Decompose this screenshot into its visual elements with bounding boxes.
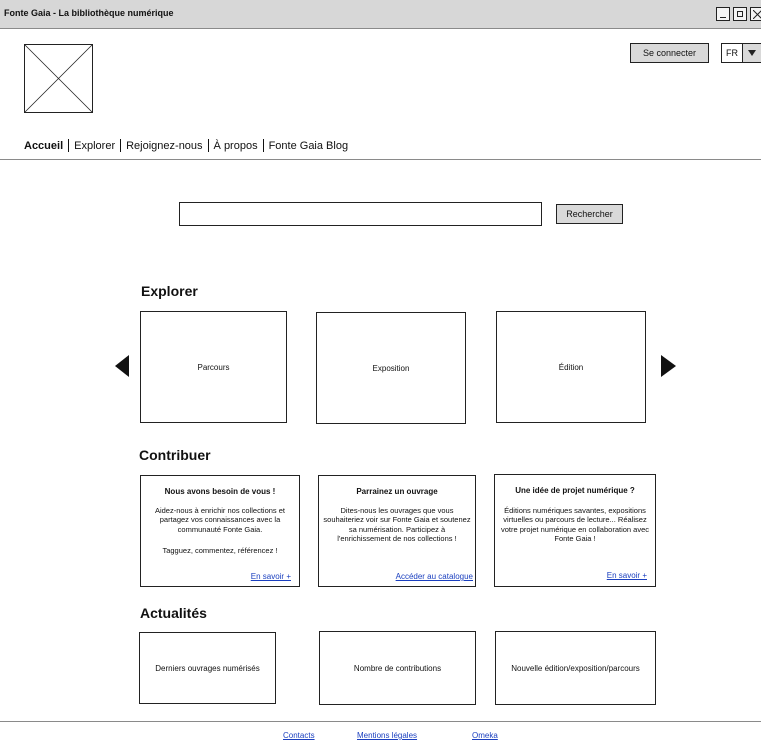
arrow-left-icon[interactable] [115, 355, 129, 377]
search-button-label: Rechercher [566, 209, 613, 219]
explorer-card-label: Exposition [372, 363, 410, 373]
contribuer-heading: Contribuer [139, 447, 211, 463]
login-button[interactable]: Se connecter [630, 43, 709, 63]
image-placeholder-icon [24, 44, 93, 113]
catalogue-link[interactable]: Accéder au catalogue [396, 572, 473, 581]
minimize-button[interactable] [716, 7, 730, 21]
explorer-card-label: Parcours [197, 362, 230, 372]
card-text: Aidez-nous à enrichir nos collections et… [154, 506, 286, 534]
header-divider [0, 159, 761, 160]
maximize-icon [737, 11, 743, 17]
window-title: Fonte Gaia - La bibliothèque numérique [4, 8, 174, 18]
card-title: Une idée de projet numérique ? [515, 486, 635, 495]
actualites-card-label: Derniers ouvrages numérisés [155, 663, 260, 673]
contribuer-card-projet: Une idée de projet numérique ? Éditions … [494, 474, 656, 587]
actualites-card-contributions[interactable]: Nombre de contributions [319, 631, 476, 705]
actualites-card-label: Nombre de contributions [353, 663, 442, 673]
main-nav: Accueil Explorer Rejoignez-nous À propos… [24, 139, 348, 152]
actualites-card-ouvrages[interactable]: Derniers ouvrages numérisés [139, 632, 276, 704]
nav-item-blog[interactable]: Fonte Gaia Blog [269, 140, 349, 152]
nav-separator [207, 139, 209, 152]
en-savoir-plus-link[interactable]: En savoir + [607, 571, 647, 580]
nav-separator [262, 139, 264, 152]
nav-item-accueil[interactable]: Accueil [24, 140, 63, 152]
card-text: Dites-nous les ouvrages que vous souhait… [323, 506, 471, 544]
footer-link-omeka[interactable]: Omeka [472, 731, 498, 740]
search-button[interactable]: Rechercher [556, 204, 623, 224]
maximize-button[interactable] [733, 7, 747, 21]
card-title: Parrainez un ouvrage [356, 487, 438, 496]
card-text: Éditions numériques savantes, exposition… [501, 506, 650, 544]
card-text-secondary: Tagguez, commentez, référencez ! [162, 546, 278, 555]
footer-divider [0, 721, 761, 722]
language-value: FR [726, 48, 738, 58]
en-savoir-plus-link[interactable]: En savoir + [251, 572, 291, 581]
contribuer-card-parrainez: Parrainez un ouvrage Dites-nous les ouvr… [318, 475, 476, 587]
nav-separator [120, 139, 122, 152]
arrow-right-icon[interactable] [661, 355, 676, 377]
explorer-heading: Explorer [141, 283, 198, 299]
contribuer-card-besoin: Nous avons besoin de vous ! Aidez-nous à… [140, 475, 300, 587]
search-input[interactable] [179, 202, 542, 226]
nav-item-a-propos[interactable]: À propos [214, 140, 258, 152]
explorer-card-parcours[interactable]: Parcours [140, 311, 287, 423]
title-bar: Fonte Gaia - La bibliothèque numérique [0, 0, 761, 29]
language-dropdown-button[interactable] [742, 44, 761, 62]
close-button[interactable] [750, 7, 761, 21]
explorer-card-edition[interactable]: Édition [496, 311, 646, 423]
dropdown-arrow-icon [748, 50, 756, 56]
language-select[interactable]: FR [721, 43, 761, 63]
card-title: Nous avons besoin de vous ! [164, 487, 276, 496]
login-label: Se connecter [642, 48, 697, 58]
close-icon [753, 10, 761, 19]
actualites-card-nouvelle[interactable]: Nouvelle édition/exposition/parcours [495, 631, 656, 705]
footer-link-mentions-legales[interactable]: Mentions légales [357, 731, 417, 740]
minimize-icon [720, 17, 726, 18]
actualites-heading: Actualités [140, 605, 207, 621]
explorer-card-exposition[interactable]: Exposition [316, 312, 466, 424]
nav-separator [68, 139, 70, 152]
explorer-card-label: Édition [558, 362, 584, 372]
footer-link-contacts[interactable]: Contacts [283, 731, 315, 740]
nav-item-explorer[interactable]: Explorer [74, 140, 115, 152]
nav-item-rejoignez-nous[interactable]: Rejoignez-nous [126, 140, 202, 152]
actualites-card-label: Nouvelle édition/exposition/parcours [511, 663, 640, 673]
